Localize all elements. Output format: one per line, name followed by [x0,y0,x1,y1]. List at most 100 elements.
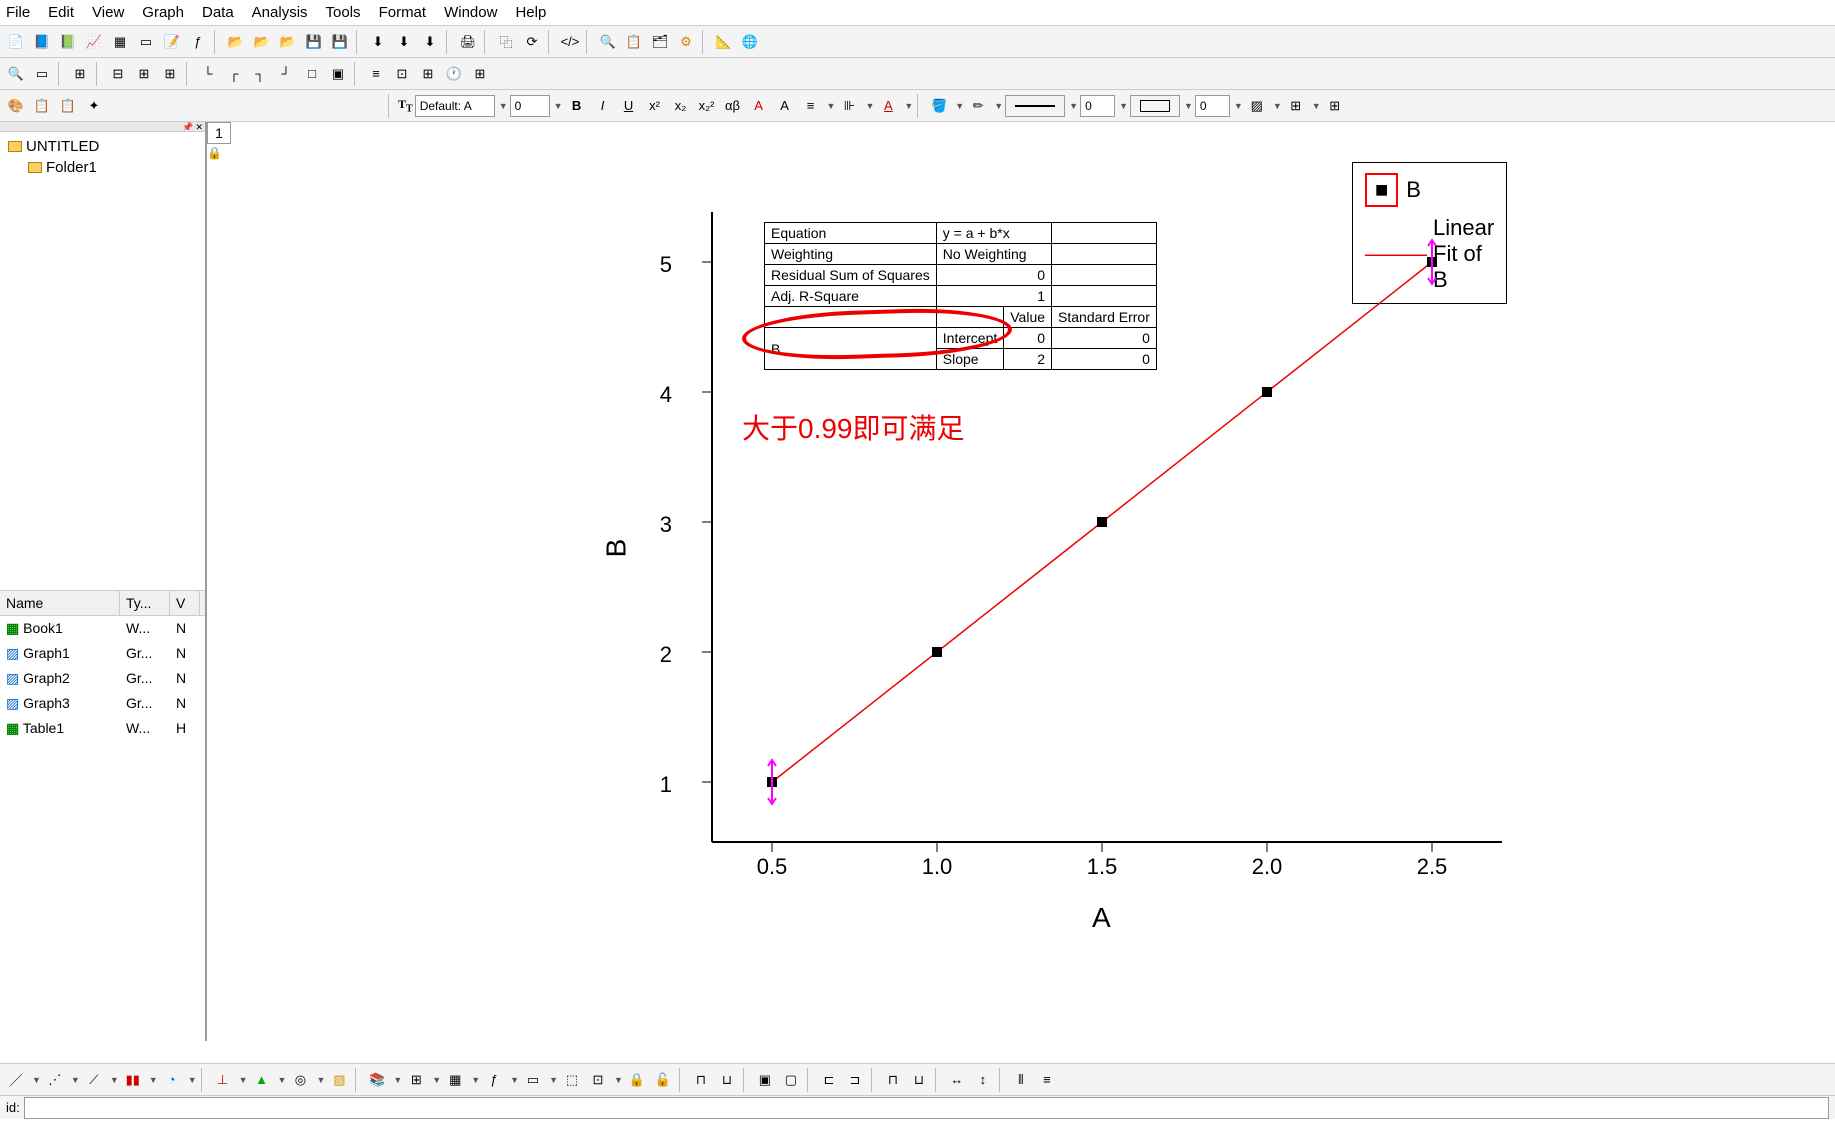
chevron-down-icon[interactable]: ▼ [510,1075,519,1085]
open-icon[interactable]: 📂 [224,30,248,54]
add-clock-icon[interactable]: 🕐 [442,62,466,86]
add-table-icon[interactable]: ⊞ [468,62,492,86]
chevron-down-icon[interactable]: ▼ [904,101,913,111]
new-layout-icon[interactable]: ▭ [134,30,158,54]
digitize-icon[interactable]: 📐 [712,30,736,54]
menu-edit[interactable]: Edit [48,4,74,21]
x-axis-label[interactable]: A [1092,902,1111,934]
chevron-down-icon[interactable]: ▼ [549,1075,558,1085]
apps-icon[interactable]: 🌐 [738,30,762,54]
chevron-down-icon[interactable]: ▼ [1119,101,1128,111]
refresh-icon[interactable]: ⟳ [520,30,544,54]
axis-bottom-icon[interactable]: └ [196,62,220,86]
rescale-icon[interactable]: 🔍 [4,62,28,86]
font-size-input[interactable] [510,95,550,117]
supersub-icon[interactable]: x₂² [695,94,719,118]
align-left-icon[interactable]: ⊏ [817,1068,841,1092]
chevron-down-icon[interactable]: ▼ [71,1075,80,1085]
chevron-down-icon[interactable]: ▼ [471,1075,480,1085]
chevron-down-icon[interactable]: ▼ [239,1075,248,1085]
underline-icon[interactable]: U [617,94,641,118]
new-notes-icon[interactable]: 📝 [160,30,184,54]
bold-icon[interactable]: B [565,94,589,118]
pie-plot-icon[interactable]: ◔ [160,1068,184,1092]
list-item-graph2[interactable]: ▨ Graph2Gr...N [0,666,205,691]
copy-format-icon[interactable]: 📋 [30,94,54,118]
chevron-down-icon[interactable]: ▼ [110,1075,119,1085]
worksheet-icon[interactable]: ⊞ [404,1068,428,1092]
tree-root-untitled[interactable]: UNTITLED [4,136,201,157]
chevron-down-icon[interactable]: ▼ [1069,101,1078,111]
axis-all-icon[interactable]: ▣ [326,62,350,86]
chevron-down-icon[interactable]: ▼ [1312,101,1321,111]
area-plot-icon[interactable]: ▲ [250,1068,274,1092]
column-plot-icon[interactable]: ▮▮ [121,1068,145,1092]
save-icon[interactable]: 💾 [302,30,326,54]
surface-plot-icon[interactable]: ▨ [327,1068,351,1092]
align-icon[interactable]: ≡ [799,94,823,118]
legend-icon[interactable]: ≡ [364,62,388,86]
font-color-icon[interactable]: A [876,94,900,118]
greek-icon[interactable]: αβ [721,94,745,118]
chevron-down-icon[interactable]: ▼ [827,101,836,111]
align-top-icon[interactable]: ⊓ [881,1068,905,1092]
axis-right-icon[interactable]: ┘ [274,62,298,86]
line-spacing-icon[interactable]: ⊪ [837,94,861,118]
menu-tools[interactable]: Tools [326,4,361,21]
list-item-table1[interactable]: ▦ Table1W...H [0,716,205,741]
panel-4-icon[interactable]: ⊞ [158,62,182,86]
graph-canvas[interactable]: ■ B ——— Linear Fit of B Equationy = a + … [242,122,1492,1132]
function-plot-icon[interactable]: ƒ [482,1068,506,1092]
template-lib-icon[interactable]: 📚 [365,1068,389,1092]
chevron-down-icon[interactable]: ▼ [1234,101,1243,111]
import-single-icon[interactable]: ⬇ [392,30,416,54]
menu-graph[interactable]: Graph [142,4,184,21]
superscript-icon[interactable]: x² [643,94,667,118]
chevron-down-icon[interactable]: ▼ [32,1075,41,1085]
import-wizard-icon[interactable]: ⬇ [366,30,390,54]
new-graph-icon[interactable]: 📈 [82,30,106,54]
menu-data[interactable]: Data [202,4,234,21]
ungroup-icon[interactable]: ⊔ [715,1068,739,1092]
menu-help[interactable]: Help [515,4,546,21]
align-bottom-icon[interactable]: ⊔ [907,1068,931,1092]
same-height-icon[interactable]: ↕ [971,1068,995,1092]
chevron-down-icon[interactable]: ▼ [1184,101,1193,111]
col-type[interactable]: Ty... [120,591,170,615]
chevron-down-icon[interactable]: ▼ [554,101,563,111]
col-name[interactable]: Name [0,591,120,615]
table-icon[interactable]: ⊞ [1323,94,1347,118]
menu-analysis[interactable]: Analysis [252,4,308,21]
col-view[interactable]: V [170,591,200,615]
mask-icon[interactable]: ▭ [521,1068,545,1092]
lock-icon[interactable]: 🔒 [207,146,222,160]
y-axis-label[interactable]: B [600,539,632,558]
tree-folder1[interactable]: Folder1 [4,157,201,178]
add-layer-icon[interactable]: ▭ [30,62,54,86]
list-item-graph1[interactable]: ▨ Graph1Gr...N [0,641,205,666]
chevron-down-icon[interactable]: ▼ [994,101,1003,111]
front-icon[interactable]: ▣ [753,1068,777,1092]
graph-window[interactable]: 1 🔒 ■ B ——— Linear Fit of B Equationy = … [207,122,1835,1041]
border-style-select[interactable] [1130,95,1180,117]
scatter-plot-icon[interactable]: ⋰ [43,1068,67,1092]
chevron-down-icon[interactable]: ▼ [393,1075,402,1085]
chevron-down-icon[interactable]: ▼ [614,1075,623,1085]
font-increase-icon[interactable]: A [747,94,771,118]
merge-icon[interactable]: ⊟ [106,62,130,86]
line-color-icon[interactable]: ✏ [966,94,990,118]
save-template-icon[interactable]: 💾 [328,30,352,54]
axis-left-icon[interactable]: ┌ [222,62,246,86]
new-matrix-icon[interactable]: ▦ [108,30,132,54]
results-log-icon[interactable]: 📋 [622,30,646,54]
new-project-icon[interactable]: 📄 [4,30,28,54]
chevron-down-icon[interactable]: ▼ [499,101,508,111]
chevron-down-icon[interactable]: ▼ [149,1075,158,1085]
line-width-input[interactable] [1080,95,1115,117]
layer-tab-1[interactable]: 1 [207,122,231,144]
command-input[interactable] [24,1097,1829,1119]
panel-2-icon[interactable]: ⊞ [132,62,156,86]
menu-file[interactable]: File [6,4,30,21]
border-width-input[interactable] [1195,95,1230,117]
matrix-plot-icon[interactable]: ▦ [443,1068,467,1092]
